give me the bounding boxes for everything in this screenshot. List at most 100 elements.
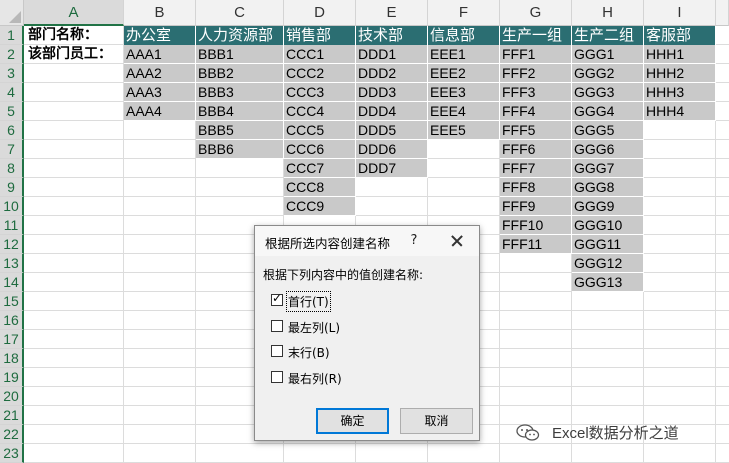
staff-cell[interactable]: GGG7 (572, 159, 644, 178)
column-header-d[interactable]: D (284, 0, 356, 26)
staff-cell[interactable]: CCC6 (284, 140, 356, 159)
column-header-b[interactable]: B (124, 0, 196, 26)
staff-cell[interactable]: EEE2 (428, 64, 500, 83)
staff-cell[interactable]: CCC9 (284, 197, 356, 216)
staff-cell[interactable]: DDD2 (356, 64, 428, 83)
staff-cell[interactable]: DDD3 (356, 83, 428, 102)
department-header[interactable]: 技术部 (356, 26, 428, 45)
staff-cell[interactable]: CCC4 (284, 102, 356, 121)
staff-cell[interactable]: DDD4 (356, 102, 428, 121)
staff-cell[interactable]: BBB6 (196, 140, 284, 159)
column-header-i[interactable]: I (644, 0, 716, 26)
staff-cell[interactable]: FFF3 (500, 83, 572, 102)
staff-cell[interactable]: HHH4 (644, 102, 716, 121)
staff-cell[interactable]: GGG9 (572, 197, 644, 216)
row-header-16[interactable]: 16 (0, 311, 24, 330)
row-header-12[interactable]: 12 (0, 235, 24, 254)
column-header-a[interactable]: A (24, 0, 124, 26)
row-header-7[interactable]: 7 (0, 140, 24, 159)
staff-cell[interactable]: FFF9 (500, 197, 572, 216)
department-header[interactable]: 客服部 (644, 26, 716, 45)
help-icon[interactable]: ? (403, 231, 425, 251)
staff-cell[interactable]: FFF7 (500, 159, 572, 178)
checkbox-left-column[interactable] (271, 320, 283, 332)
row-header-22[interactable]: 22 (0, 425, 24, 444)
staff-cell[interactable]: GGG3 (572, 83, 644, 102)
staff-cell[interactable]: DDD6 (356, 140, 428, 159)
ok-button[interactable]: 确定 (316, 408, 389, 434)
row-header-14[interactable]: 14 (0, 273, 24, 292)
staff-cell[interactable]: DDD5 (356, 121, 428, 140)
staff-cell[interactable]: EEE4 (428, 102, 500, 121)
cell-a1-label[interactable]: 部门名称： (26, 26, 122, 45)
row-header-2[interactable]: 2 (0, 45, 24, 64)
department-header[interactable]: 生产二组 (572, 26, 644, 45)
row-header-9[interactable]: 9 (0, 178, 24, 197)
department-header[interactable]: 人力资源部 (196, 26, 284, 45)
staff-cell[interactable]: GGG4 (572, 102, 644, 121)
row-header-21[interactable]: 21 (0, 406, 24, 425)
staff-cell[interactable]: HHH2 (644, 64, 716, 83)
department-header[interactable]: 办公室 (124, 26, 196, 45)
row-header-23[interactable]: 23 (0, 444, 24, 463)
column-header-e[interactable]: E (356, 0, 428, 26)
staff-cell[interactable]: GGG5 (572, 121, 644, 140)
staff-cell[interactable]: EEE3 (428, 83, 500, 102)
checkbox-right-column[interactable] (271, 371, 283, 383)
staff-cell[interactable]: BBB3 (196, 83, 284, 102)
staff-cell[interactable]: FFF6 (500, 140, 572, 159)
staff-cell[interactable]: AAA2 (124, 64, 196, 83)
staff-cell[interactable]: DDD7 (356, 159, 428, 178)
staff-cell[interactable]: FFF2 (500, 64, 572, 83)
staff-cell[interactable]: FFF5 (500, 121, 572, 140)
staff-cell[interactable]: GGG10 (572, 216, 644, 235)
row-header-5[interactable]: 5 (0, 102, 24, 121)
column-header-g[interactable]: G (500, 0, 572, 26)
staff-cell[interactable]: GGG1 (572, 45, 644, 64)
row-header-8[interactable]: 8 (0, 159, 24, 178)
staff-cell[interactable]: GGG12 (572, 254, 644, 273)
staff-cell[interactable]: FFF1 (500, 45, 572, 64)
department-header[interactable]: 销售部 (284, 26, 356, 45)
department-header[interactable]: 生产一组 (500, 26, 572, 45)
staff-cell[interactable]: EEE5 (428, 121, 500, 140)
row-header-6[interactable]: 6 (0, 121, 24, 140)
staff-cell[interactable]: CCC2 (284, 64, 356, 83)
staff-cell[interactable]: BBB1 (196, 45, 284, 64)
close-icon[interactable] (447, 231, 469, 251)
column-header-c[interactable]: C (196, 0, 284, 26)
staff-cell[interactable]: CCC1 (284, 45, 356, 64)
row-header-18[interactable]: 18 (0, 349, 24, 368)
row-header-17[interactable]: 17 (0, 330, 24, 349)
staff-cell[interactable]: CCC8 (284, 178, 356, 197)
staff-cell[interactable]: HHH3 (644, 83, 716, 102)
column-header-f[interactable]: F (428, 0, 500, 26)
checkbox-bottom-row[interactable] (271, 345, 283, 357)
row-header-3[interactable]: 3 (0, 64, 24, 83)
staff-cell[interactable]: CCC5 (284, 121, 356, 140)
row-header-1[interactable]: 1 (0, 26, 24, 45)
select-all-corner[interactable] (0, 0, 24, 26)
row-header-11[interactable]: 11 (0, 216, 24, 235)
row-header-10[interactable]: 10 (0, 197, 24, 216)
staff-cell[interactable]: GGG6 (572, 140, 644, 159)
staff-cell[interactable]: BBB5 (196, 121, 284, 140)
row-header-13[interactable]: 13 (0, 254, 24, 273)
staff-cell[interactable]: GGG11 (572, 235, 644, 254)
cancel-button[interactable]: 取消 (400, 408, 473, 434)
row-header-4[interactable]: 4 (0, 83, 24, 102)
staff-cell[interactable]: GGG2 (572, 64, 644, 83)
staff-cell[interactable]: EEE1 (428, 45, 500, 64)
staff-cell[interactable]: GGG13 (572, 273, 644, 292)
staff-cell[interactable]: FFF10 (500, 216, 572, 235)
staff-cell[interactable]: DDD1 (356, 45, 428, 64)
staff-cell[interactable]: BBB2 (196, 64, 284, 83)
cell-a2-label[interactable]: 该部门员工： (26, 45, 122, 64)
staff-cell[interactable]: FFF11 (500, 235, 572, 254)
department-header[interactable]: 信息部 (428, 26, 500, 45)
staff-cell[interactable]: CCC7 (284, 159, 356, 178)
dialog-titlebar[interactable]: 根据所选内容创建名称 ? (255, 226, 479, 256)
row-header-19[interactable]: 19 (0, 368, 24, 387)
staff-cell[interactable]: AAA1 (124, 45, 196, 64)
staff-cell[interactable]: CCC3 (284, 83, 356, 102)
